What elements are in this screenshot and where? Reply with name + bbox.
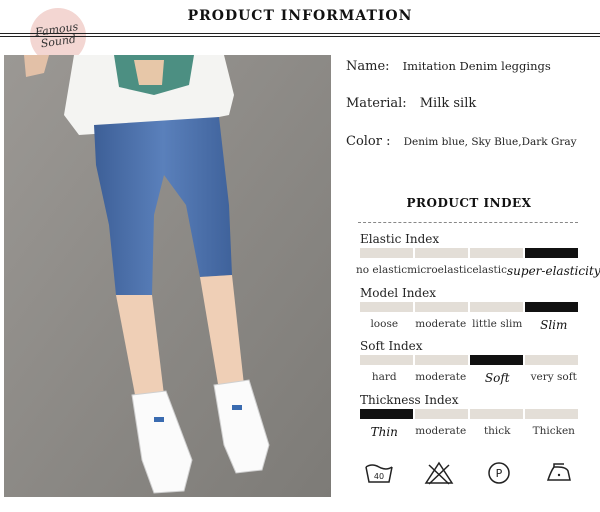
- index-option: thick: [483, 425, 511, 437]
- index-segment: [470, 302, 523, 312]
- index-segment: [360, 409, 413, 419]
- model-index: Model Index loose moderate little slim S…: [356, 286, 582, 332]
- index-segment: [415, 355, 468, 365]
- index-option: Thin: [370, 425, 398, 439]
- index-option: very soft: [530, 371, 577, 383]
- index-option: elastic: [472, 264, 508, 276]
- index-option: super-elasticity: [507, 264, 600, 278]
- thickness-index: Thickness Index Thin moderate thick Thic…: [356, 393, 582, 439]
- index-label: Soft Index: [360, 339, 423, 353]
- index-bar: [360, 355, 578, 365]
- index-option: no elastic: [356, 264, 408, 276]
- page-title: PRODUCT INFORMATION: [187, 8, 413, 24]
- dry-clean-letter: P: [496, 467, 503, 480]
- name-value: Imitation Denim leggings: [402, 59, 551, 73]
- index-segment: [525, 248, 578, 258]
- index-options: Thin moderate thick Thicken: [356, 425, 582, 439]
- product-photo-illustration: [4, 55, 331, 497]
- index-label: Thickness Index: [360, 393, 459, 407]
- index-segment: [360, 248, 413, 258]
- index-option: Slim: [540, 318, 568, 332]
- wash-40-icon: 40: [364, 460, 394, 486]
- iron-icon: [544, 460, 574, 486]
- index-label: Elastic Index: [360, 232, 440, 246]
- info-row-name: Name: Imitation Denim leggings: [346, 55, 551, 74]
- index-label: Model Index: [360, 286, 436, 300]
- index-segment: [415, 302, 468, 312]
- index-option: little slim: [472, 318, 523, 330]
- index-option: moderate: [415, 371, 467, 383]
- index-option: Soft: [484, 371, 510, 385]
- color-label: Color :: [346, 134, 391, 149]
- index-option: Thicken: [532, 425, 575, 437]
- product-photo: [4, 55, 331, 497]
- info-row-color: Color : Denim blue, Sky Blue,Dark Gray: [346, 130, 577, 149]
- index-segment: [525, 409, 578, 419]
- product-index-divider: [358, 222, 578, 223]
- index-segment: [470, 355, 523, 365]
- info-row-material: Material: Milk silk: [346, 92, 476, 111]
- index-segment: [470, 409, 523, 419]
- index-option: hard: [371, 371, 397, 383]
- index-segment: [415, 248, 468, 258]
- index-options: no elastic microelastic elastic super-el…: [356, 264, 600, 278]
- index-bar: [360, 248, 578, 258]
- material-label: Material:: [346, 96, 407, 111]
- header-divider: [0, 33, 600, 37]
- index-option: loose: [370, 318, 399, 330]
- index-segment: [360, 355, 413, 365]
- do-not-bleach-icon: [424, 460, 454, 486]
- index-segment: [360, 302, 413, 312]
- product-index-title: PRODUCT INDEX: [406, 196, 532, 210]
- index-options: hard moderate Soft very soft: [356, 371, 582, 385]
- elastic-index: Elastic Index no elastic microelastic el…: [356, 232, 600, 278]
- name-label: Name:: [346, 59, 390, 74]
- index-options: loose moderate little slim Slim: [356, 318, 582, 332]
- wash-temp-text: 40: [374, 472, 384, 481]
- index-bar: [360, 409, 578, 419]
- index-bar: [360, 302, 578, 312]
- index-option: moderate: [415, 425, 467, 437]
- index-segment: [525, 355, 578, 365]
- index-option: microelastic: [407, 264, 473, 276]
- index-segment: [415, 409, 468, 419]
- professional-dry-clean-icon: P: [484, 460, 514, 486]
- color-value: Denim blue, Sky Blue,Dark Gray: [403, 136, 577, 148]
- index-segment: [525, 302, 578, 312]
- soft-index: Soft Index hard moderate Soft very soft: [356, 339, 582, 385]
- index-segment: [470, 248, 523, 258]
- care-icons: 40 P: [364, 460, 574, 486]
- index-option: moderate: [415, 318, 467, 330]
- material-value: Milk silk: [419, 96, 477, 111]
